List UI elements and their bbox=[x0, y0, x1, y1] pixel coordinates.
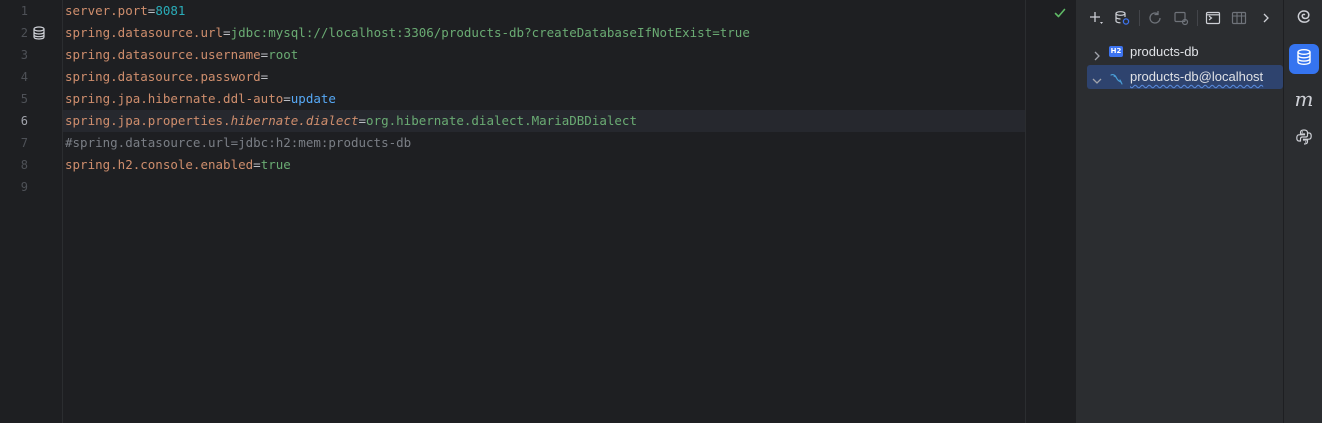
code-line[interactable]: server.port=8081 bbox=[63, 0, 1025, 22]
mysql-dolphin-icon bbox=[1109, 70, 1123, 85]
database-icon[interactable] bbox=[32, 26, 46, 40]
property-key-prefix: spring.jpa.properties. bbox=[65, 113, 231, 128]
ai-assistant-button[interactable] bbox=[1289, 4, 1319, 34]
property-key: spring.datasource.password bbox=[65, 69, 261, 84]
tree-item-label: products-db bbox=[1130, 44, 1199, 59]
editor-gutter: 1 2 3 4 5 6 7 8 9 bbox=[0, 0, 63, 423]
code-line-empty[interactable] bbox=[63, 176, 1025, 198]
database-tool-button[interactable] bbox=[1289, 44, 1319, 74]
database-icon bbox=[1295, 48, 1313, 71]
line-number: 4 bbox=[20, 70, 28, 84]
equals-sign: = bbox=[358, 113, 367, 128]
disconnect-icon[interactable] bbox=[1171, 8, 1191, 28]
tree-item-products-db-localhost[interactable]: products-db@localhost bbox=[1087, 65, 1283, 89]
equals-sign: = bbox=[283, 91, 291, 106]
checkmark-icon[interactable] bbox=[1053, 6, 1067, 20]
property-key: spring.datasource.username bbox=[65, 47, 261, 62]
toolbar-separator bbox=[1197, 10, 1198, 26]
more-chevron-icon[interactable] bbox=[1256, 8, 1276, 28]
code-line[interactable]: spring.datasource.username=root bbox=[63, 44, 1025, 66]
line-number: 3 bbox=[20, 48, 28, 62]
property-value: 8081 bbox=[155, 3, 186, 18]
query-console-icon[interactable] bbox=[1203, 8, 1223, 28]
maven-m-icon: m bbox=[1294, 87, 1314, 111]
property-value: true bbox=[260, 157, 291, 172]
add-icon[interactable] bbox=[1086, 8, 1106, 28]
database-toolbar bbox=[1076, 0, 1283, 36]
property-key: server.port bbox=[65, 3, 148, 18]
equals-sign: = bbox=[260, 69, 269, 84]
property-key: spring.h2.console.enabled bbox=[65, 157, 254, 172]
line-number: 9 bbox=[20, 180, 28, 194]
toolbar-separator bbox=[1139, 10, 1140, 26]
line-number: 1 bbox=[20, 4, 28, 18]
equals-sign: = bbox=[253, 157, 261, 172]
line-number: 5 bbox=[20, 92, 28, 106]
code-line[interactable]: spring.h2.console.enabled=true bbox=[63, 154, 1025, 176]
property-key: spring.datasource.url bbox=[65, 25, 224, 40]
property-key-italic: hibernate.dialect bbox=[230, 113, 359, 128]
data-source-properties-icon[interactable] bbox=[1112, 8, 1132, 28]
line-number: 8 bbox=[20, 158, 28, 172]
right-tool-strip: m bbox=[1283, 0, 1322, 423]
tree-item-products-db[interactable]: H2 products-db bbox=[1087, 40, 1283, 64]
code-line[interactable]: spring.jpa.hibernate.ddl-auto=update bbox=[63, 88, 1025, 110]
line-number-current: 6 bbox=[20, 114, 28, 128]
property-value: root bbox=[268, 47, 299, 62]
tree-item-label: products-db@localhost bbox=[1130, 69, 1264, 84]
code-editor[interactable]: 1 2 3 4 5 6 7 8 9 server.port=8081 sprin… bbox=[0, 0, 1066, 423]
line-number: 2 bbox=[20, 26, 28, 40]
chevron-right-icon[interactable] bbox=[1091, 46, 1103, 61]
editor-scrollbar-track[interactable] bbox=[1025, 0, 1026, 423]
code-line-current[interactable]: spring.jpa.properties.hibernate.dialect=… bbox=[63, 110, 1025, 132]
property-value: jdbc:mysql://localhost:3306/products-db?… bbox=[230, 25, 750, 40]
equals-sign: = bbox=[223, 25, 231, 40]
python-console-button[interactable] bbox=[1289, 124, 1319, 154]
maven-tool-button[interactable]: m bbox=[1289, 84, 1319, 114]
property-value: org.hibernate.dialect.MariaDBDialect bbox=[366, 113, 637, 128]
line-number: 7 bbox=[20, 136, 28, 150]
table-view-icon[interactable] bbox=[1229, 8, 1249, 28]
h2-badge-icon: H2 bbox=[1109, 46, 1123, 57]
database-panel: H2 products-db products-db@localhost bbox=[1075, 0, 1283, 423]
chevron-down-icon[interactable] bbox=[1091, 71, 1103, 84]
code-line[interactable]: spring.datasource.url=jdbc:mysql://local… bbox=[63, 22, 1025, 44]
python-console-icon bbox=[1295, 128, 1313, 151]
comment-text: #spring.datasource.url=jdbc:h2:mem:produ… bbox=[65, 135, 412, 150]
property-value: update bbox=[290, 91, 336, 106]
code-line[interactable]: #spring.datasource.url=jdbc:h2:mem:produ… bbox=[63, 132, 1025, 154]
code-line[interactable]: spring.datasource.password= bbox=[63, 66, 1025, 88]
refresh-icon[interactable] bbox=[1145, 8, 1165, 28]
ai-assistant-spiral-icon bbox=[1294, 7, 1314, 32]
ide-window: 1 2 3 4 5 6 7 8 9 server.port=8081 sprin… bbox=[0, 0, 1322, 423]
property-key: spring.jpa.hibernate.ddl-auto bbox=[65, 91, 284, 106]
